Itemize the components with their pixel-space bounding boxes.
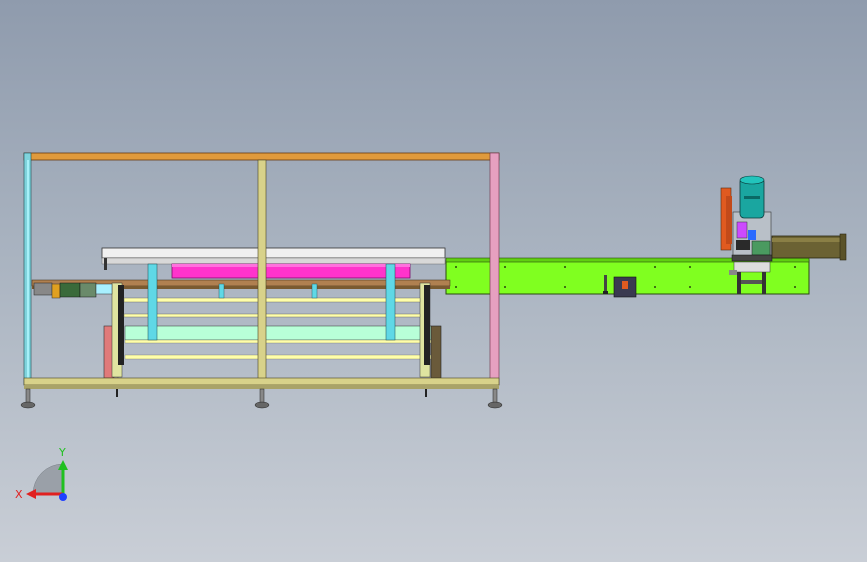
exhaust-tube[interactable] — [771, 233, 847, 261]
y-axis-label: Y — [58, 446, 66, 459]
main-frame[interactable] — [20, 152, 503, 409]
x-axis-label: X — [15, 488, 23, 501]
z-axis-dot — [59, 493, 67, 501]
cad-viewport[interactable]: Y X — [0, 0, 867, 562]
orientation-triad: Y X — [15, 446, 68, 501]
